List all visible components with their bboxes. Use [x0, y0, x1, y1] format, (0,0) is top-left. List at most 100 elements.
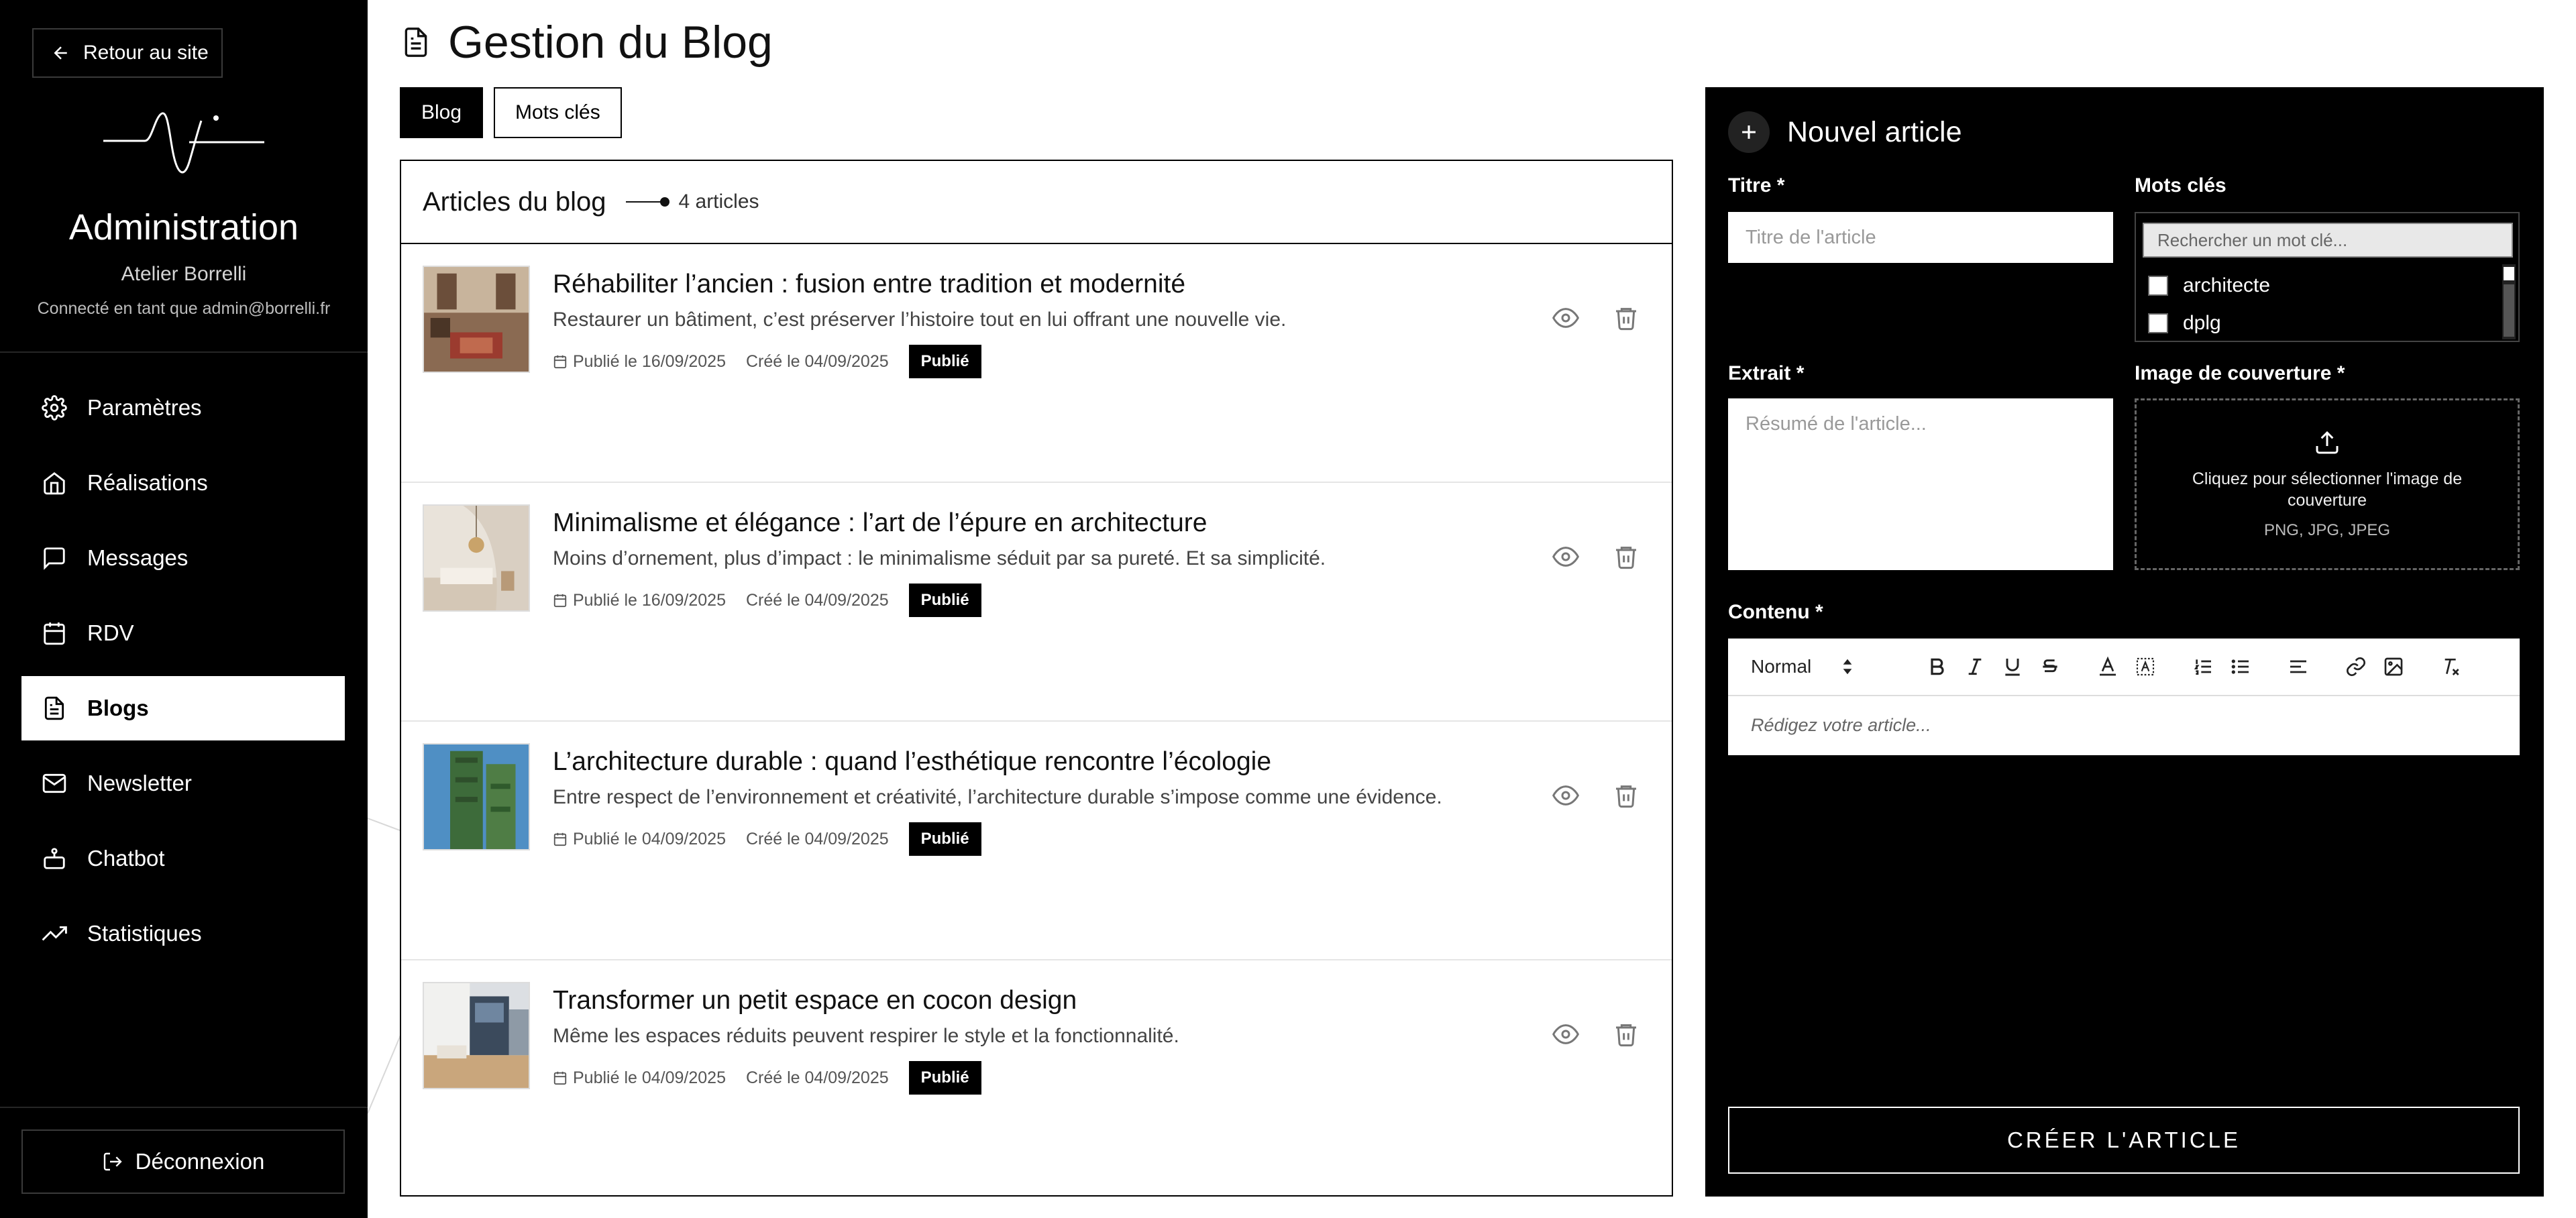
logout-label: Déconnexion: [135, 1149, 265, 1174]
calendar-icon: [553, 832, 567, 846]
article-excerpt: Moins d’ornement, plus d’impact : le min…: [553, 547, 1326, 569]
keyword-checkbox[interactable]: [2148, 313, 2168, 333]
sidebar-item-newsletter[interactable]: Newsletter: [21, 751, 345, 816]
article-title[interactable]: Réhabiliter l’ancien : fusion entre trad…: [553, 270, 1185, 299]
keywords-label: Mots clés: [2135, 174, 2226, 197]
cover-image-dropzone[interactable]: Cliquez pour sélectionner l'image de cou…: [2135, 398, 2520, 570]
published-date-text: Publié le 04/09/2025: [573, 829, 726, 848]
article-title[interactable]: L’architecture durable : quand l’esthéti…: [553, 747, 1271, 777]
keywords-search-input[interactable]: Rechercher un mot clé...: [2143, 223, 2513, 258]
text-color-icon[interactable]: [2089, 648, 2127, 685]
scrollbar-thumb[interactable]: [2504, 284, 2514, 337]
articles-panel: Articles du blog 4 articles Réhabiliter …: [400, 160, 1673, 1197]
sidebar-item-realisations[interactable]: Réalisations: [21, 451, 345, 515]
scrollbar-arrow[interactable]: [2504, 267, 2514, 280]
rich-text-editor: Normal Rédigez votre article...: [1728, 639, 2520, 755]
sidebar-item-label: Statistiques: [87, 921, 202, 946]
trash-icon[interactable]: [1613, 782, 1640, 809]
eye-icon[interactable]: [1552, 782, 1579, 809]
article-excerpt: Restaurer un bâtiment, c’est préserver l…: [553, 309, 1287, 331]
calendar-icon: [553, 355, 567, 369]
articles-panel-header: Articles du blog 4 articles: [401, 161, 1672, 244]
title-label: Titre *: [1728, 174, 1785, 197]
eye-icon[interactable]: [1552, 304, 1579, 331]
ordered-list-icon[interactable]: [2184, 648, 2222, 685]
article-meta: Publié le 16/09/2025 Créé le 04/09/2025 …: [553, 345, 981, 378]
sidebar-item-parametres[interactable]: Paramètres: [21, 376, 345, 440]
new-article-panel: Nouvel article Titre * Titre de l'articl…: [1705, 87, 2544, 1197]
keyword-checkbox[interactable]: [2148, 276, 2168, 296]
article-thumbnail: [423, 504, 530, 612]
studio-name: Atelier Borrelli: [121, 263, 247, 285]
create-article-button[interactable]: CRÉER L'ARTICLE: [1728, 1107, 2520, 1174]
sidebar-divider: [0, 351, 368, 353]
logout-button[interactable]: Déconnexion: [21, 1129, 345, 1194]
calendar-icon: [44, 622, 65, 645]
sidebar-item-label: Chatbot: [87, 846, 165, 871]
sidebar-item-label: Paramètres: [87, 395, 202, 420]
back-to-site-button[interactable]: Retour au site: [32, 28, 223, 78]
article-excerpt: Même les espaces réduits peuvent respire…: [553, 1025, 1179, 1047]
italic-icon[interactable]: [1956, 648, 1994, 685]
bold-icon[interactable]: [1919, 648, 1956, 685]
interior-photo: [424, 983, 529, 1088]
trash-icon[interactable]: [1613, 543, 1640, 570]
title-input[interactable]: Titre de l'article: [1728, 212, 2113, 263]
article-title[interactable]: Minimalisme et élégance : l’art de l’épu…: [553, 508, 1207, 538]
article-row[interactable]: L’architecture durable : quand l’esthéti…: [401, 722, 1672, 960]
trending-up-icon: [42, 926, 67, 941]
status-badge: Publié: [908, 1061, 981, 1095]
underline-icon[interactable]: [1994, 648, 2031, 685]
link-icon[interactable]: [2337, 648, 2375, 685]
bullet-list-icon[interactable]: [2222, 648, 2259, 685]
keywords-list: architecte dplg: [2143, 267, 2504, 342]
article-row[interactable]: Transformer un petit espace en cocon des…: [401, 960, 1672, 1199]
sidebar-item-blogs[interactable]: Blogs: [21, 676, 345, 740]
interior-photo: [424, 267, 529, 372]
editor-content-area[interactable]: Rédigez votre article...: [1728, 696, 2520, 755]
published-date: Publié le 04/09/2025: [553, 1068, 726, 1088]
strikethrough-icon[interactable]: [2031, 648, 2069, 685]
tab-mots-cles[interactable]: Mots clés: [494, 87, 622, 138]
trash-icon[interactable]: [1613, 304, 1640, 331]
sidebar-item-chatbot[interactable]: Chatbot: [21, 826, 345, 891]
logout-icon: [103, 1152, 122, 1171]
article-meta: Publié le 04/09/2025 Créé le 04/09/2025 …: [553, 1061, 981, 1095]
image-icon[interactable]: [2375, 648, 2412, 685]
arrow-left-icon: [54, 46, 67, 60]
trash-icon[interactable]: [1613, 1021, 1640, 1048]
published-date-text: Publié le 04/09/2025: [573, 1068, 726, 1087]
gear-icon: [42, 395, 67, 421]
sidebar-item-label: Réalisations: [87, 470, 208, 495]
cover-formats: PNG, JPG, JPEG: [2263, 520, 2391, 539]
home-icon: [44, 472, 65, 495]
article-title[interactable]: Transformer un petit espace en cocon des…: [553, 986, 1077, 1015]
article-row[interactable]: Réhabiliter l’ancien : fusion entre trad…: [401, 244, 1672, 483]
article-actions: [1552, 782, 1640, 809]
created-date: Créé le 04/09/2025: [745, 1068, 889, 1087]
sidebar-item-messages[interactable]: Messages: [21, 526, 345, 590]
background-color-icon[interactable]: [2127, 648, 2164, 685]
article-row[interactable]: Minimalisme et élégance : l’art de l’épu…: [401, 483, 1672, 722]
keyword-option[interactable]: architecte: [2143, 267, 2504, 304]
building-photo: [424, 744, 529, 849]
format-select[interactable]: Normal: [1751, 656, 1919, 677]
keywords-scrollbar[interactable]: [2502, 264, 2516, 339]
calendar-icon: [553, 594, 567, 608]
excerpt-textarea[interactable]: Résumé de l'article...: [1728, 398, 2113, 570]
interior-photo: [424, 506, 529, 610]
eye-icon[interactable]: [1552, 1021, 1579, 1048]
keyword-option[interactable]: dplg: [2143, 304, 2504, 342]
sidebar-item-statistiques[interactable]: Statistiques: [21, 901, 345, 966]
article-thumbnail: [423, 743, 530, 850]
form-heading-text: Nouvel article: [1787, 115, 1962, 148]
article-actions: [1552, 543, 1640, 570]
eye-icon[interactable]: [1552, 543, 1579, 570]
mail-icon: [42, 773, 66, 793]
align-icon[interactable]: [2279, 648, 2317, 685]
clear-format-icon[interactable]: [2432, 648, 2470, 685]
connected-user: Connecté en tant que admin@borrelli.fr: [37, 299, 331, 318]
sidebar-item-rdv[interactable]: RDV: [21, 601, 345, 665]
back-to-site-label: Retour au site: [83, 42, 209, 64]
tab-blog[interactable]: Blog: [400, 87, 484, 138]
